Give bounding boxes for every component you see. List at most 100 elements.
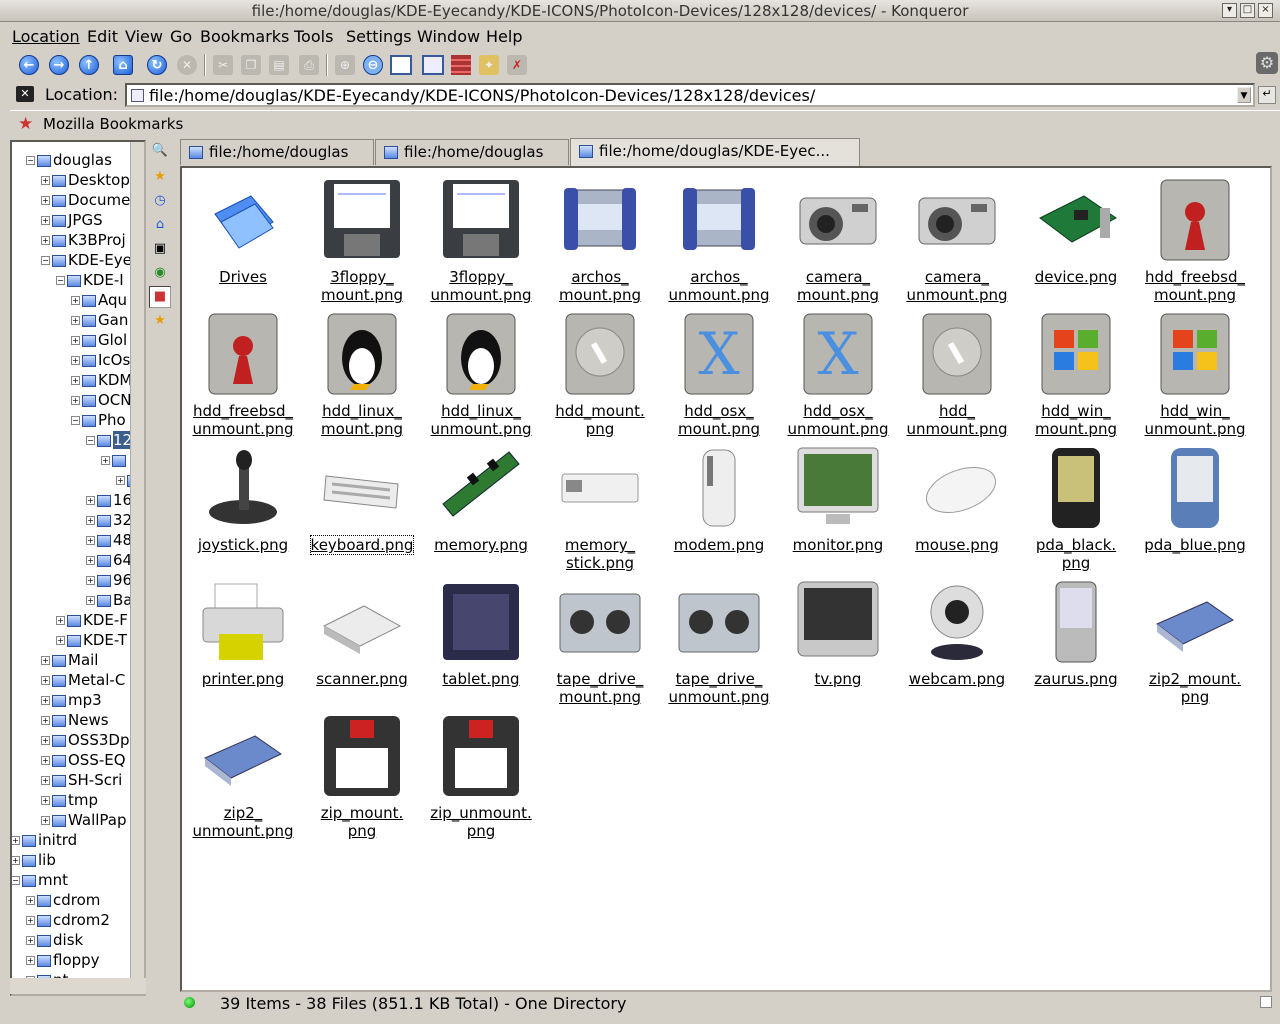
file-item[interactable]: tv.png [779,576,897,688]
go-icon[interactable]: ↵ [1258,86,1276,104]
tree-vertical-scrollbar[interactable] [130,142,144,994]
icon-view-button[interactable] [388,52,414,78]
file-item[interactable]: keyboard.png [303,442,421,555]
file-item[interactable]: printer.png [184,576,302,688]
file-item[interactable]: 3floppy_ unmount.png [422,174,540,304]
tree-node[interactable]: + cdrom [26,890,100,910]
file-item[interactable]: scanner.png [303,576,421,688]
back-button[interactable]: ← [16,52,42,78]
menu-view[interactable]: View [125,27,163,46]
file-item[interactable]: memory_ stick.png [541,442,659,572]
expand-toggle-icon[interactable]: + [12,856,20,865]
maximize-icon[interactable]: □ [1240,3,1255,18]
sidebar-history-icon[interactable]: ◷ [149,190,171,212]
menu-bookmarks[interactable]: Bookmarks [200,27,289,46]
tree-node[interactable]: + tmp [41,790,98,810]
expand-toggle-icon[interactable]: + [41,796,50,805]
file-item[interactable]: modem.png [660,442,778,554]
file-item[interactable]: joystick.png [184,442,302,554]
directory-tree[interactable]: − douglas + Desktop + Docume + JPGS + K3BProj − KDE… [10,140,146,996]
file-item[interactable]: zaurus.png [1017,576,1135,688]
tree-node[interactable]: + OSS3Dp [41,730,129,750]
expand-toggle-icon[interactable]: + [41,736,50,745]
menu-edit[interactable]: Edit [87,27,118,46]
expand-toggle-icon[interactable]: + [41,756,50,765]
sidebar-search-icon[interactable]: 🔍 [149,140,171,162]
expand-toggle-icon[interactable]: + [56,616,65,625]
file-item[interactable]: mouse.png [898,442,1016,554]
minimize-icon[interactable]: ▾ [1222,3,1237,18]
tree-node[interactable]: +48 [86,530,132,550]
menu-help[interactable]: Help [486,27,522,46]
tree-node[interactable]: + Glol [71,330,127,350]
split-view-button[interactable] [448,52,474,78]
file-item[interactable]: hdd_win_ unmount.png [1136,308,1254,438]
clear-location-icon[interactable]: ✕ [16,86,34,102]
tree-node[interactable]: +96 [86,570,132,590]
tree-node[interactable]: + initrd [12,830,77,850]
file-item[interactable]: webcam.png [898,576,1016,688]
location-input[interactable]: file:/home/douglas/KDE-Eyecandy/KDE-ICON… [125,83,1255,107]
expand-toggle-icon[interactable]: + [86,496,95,505]
expand-toggle-icon[interactable]: + [71,356,80,365]
expand-toggle-icon[interactable]: + [71,296,80,305]
file-item[interactable]: monitor.png [779,442,897,554]
file-item[interactable]: camera_ mount.png [779,174,897,304]
tab-home-douglas-2[interactable]: file:/home/douglas [375,139,569,165]
tree-node[interactable]: +16 [86,490,132,510]
title-bar[interactable]: file:/home/douglas/KDE-Eyecandy/KDE-ICON… [0,0,1280,22]
expand-toggle-icon[interactable]: + [41,676,50,685]
expand-toggle-icon[interactable]: + [86,596,95,605]
security-button[interactable]: ✦ [476,52,502,78]
tree-node[interactable]: + OSS-EQ [41,750,126,770]
expand-toggle-icon[interactable]: + [26,956,35,965]
tree-node[interactable]: + [101,450,128,470]
tree-node[interactable]: + Gan [71,310,128,330]
file-item[interactable]: tape_drive_ mount.png [541,576,659,706]
tab-devices[interactable]: file:/home/douglas/KDE-Eyec... [570,138,860,167]
expand-toggle-icon[interactable]: + [86,576,95,585]
resize-grip[interactable] [1260,996,1272,1008]
file-item[interactable]: hdd_freebsd_ unmount.png [184,308,302,438]
tree-node[interactable]: − mnt [12,870,68,890]
tree-node[interactable]: + WallPap [41,810,126,830]
tree-node[interactable]: − KDE-Eye [41,250,132,270]
file-item[interactable]: zip2_mount. png [1136,576,1254,706]
paste-button[interactable]: ▤ [266,52,292,78]
tree-node[interactable]: + IcOs [71,350,130,370]
menu-location[interactable]: Location [12,27,80,46]
mozilla-bookmarks-menu[interactable]: Mozilla Bookmarks [43,115,183,133]
expand-toggle-icon[interactable]: + [86,516,95,525]
tree-node[interactable]: − Pho [71,410,126,430]
file-item[interactable]: tape_drive_ unmount.png [660,576,778,706]
file-item[interactable]: 3floppy_ mount.png [303,174,421,304]
gear-icon[interactable]: ⚙ [1256,52,1278,74]
expand-toggle-icon[interactable]: + [41,816,50,825]
chevron-down-icon[interactable]: ▼ [1237,87,1251,103]
tree-node[interactable]: + Aqu [71,290,127,310]
expand-toggle-icon[interactable]: − [12,876,20,885]
expand-toggle-icon[interactable]: − [26,156,35,165]
zoom-out-button[interactable]: ⊖ [360,52,386,78]
tree-node[interactable]: + News [41,710,109,730]
tree-node[interactable]: +32 [86,510,132,530]
icon-view[interactable]: Drives 3floppy_ mount.png 3floppy_ unmount.p… [180,166,1272,992]
file-item[interactable]: archos_ mount.png [541,174,659,304]
menu-go[interactable]: Go [170,27,192,46]
sidebar-bookmarks-icon[interactable]: ★ [149,166,171,188]
tree-node[interactable]: + lib [12,850,56,870]
file-item[interactable]: memory.png [422,442,540,554]
tree-node[interactable]: − douglas [26,150,112,170]
file-item[interactable]: zip_mount. png [303,710,421,840]
zoom-in-button[interactable]: ⊕ [332,52,358,78]
expand-toggle-icon[interactable]: + [41,776,50,785]
tree-node[interactable]: + disk [26,930,83,950]
expand-toggle-icon[interactable]: + [86,536,95,545]
close-icon[interactable]: × [1258,3,1273,18]
file-item[interactable]: hdd_freebsd_ mount.png [1136,174,1254,304]
file-item[interactable]: hdd_linux_ unmount.png [422,308,540,438]
tree-node[interactable]: + mp3 [41,690,102,710]
file-item[interactable]: Xhdd_osx_ unmount.png [779,308,897,438]
tree-node[interactable]: + Ba [86,590,132,610]
expand-toggle-icon[interactable]: + [116,476,125,485]
